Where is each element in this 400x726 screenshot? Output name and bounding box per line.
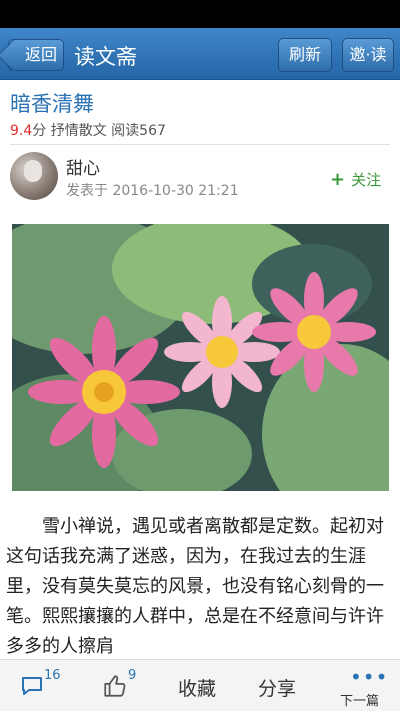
favorite-button[interactable]: 收藏 xyxy=(178,674,216,726)
comment-icon xyxy=(22,677,42,695)
next-article-label: 下一篇 xyxy=(340,694,380,709)
article-meta: 9.4分 抒情散文 阅读567 xyxy=(10,120,166,140)
publish-date: 发表于 2016-10-30 21:21 xyxy=(66,183,239,199)
title-bar: 返回 读文斋 刷新 邀·读 xyxy=(0,28,400,80)
refresh-button[interactable]: 刷新 xyxy=(278,38,332,72)
read-count: 阅读567 xyxy=(111,123,166,139)
article-title: 暗香清舞 xyxy=(10,92,94,116)
article-category[interactable]: 抒情散文 xyxy=(51,123,107,139)
next-article-button[interactable]: ••• 下一篇 xyxy=(336,660,392,712)
author-avatar[interactable] xyxy=(10,152,58,200)
article-content[interactable]: 暗香清舞 9.4分 抒情散文 阅读567 甜心 发表于 2016-10-30 2… xyxy=(0,80,400,659)
invite-read-button[interactable]: 邀·读 xyxy=(342,38,394,72)
app-title: 读文斋 xyxy=(74,45,137,69)
article-image[interactable] xyxy=(12,224,389,491)
author-name[interactable]: 甜心 xyxy=(66,154,100,179)
back-button[interactable]: 返回 xyxy=(8,39,64,71)
thumbs-up-icon xyxy=(104,675,126,697)
like-count: 9 xyxy=(128,668,137,683)
plus-icon: + xyxy=(330,169,346,190)
follow-button[interactable]: + 关注 xyxy=(330,169,381,190)
article-body: 雪小禅说，遇见或者离散都是定数。起初对这句话我充满了迷惑，因为，在我过去的生涯里… xyxy=(6,516,384,657)
more-dots-icon: ••• xyxy=(350,665,389,689)
divider xyxy=(10,144,390,145)
score-unit: 分 xyxy=(32,123,47,139)
back-button-label: 返回 xyxy=(24,45,57,64)
follow-label: 关注 xyxy=(351,171,382,189)
water-lily-photo xyxy=(12,224,389,491)
like-button[interactable]: 9 xyxy=(100,660,160,712)
status-bar xyxy=(0,0,400,28)
article-score: 9.4 xyxy=(10,123,33,139)
comment-count: 16 xyxy=(44,668,61,683)
share-button[interactable]: 分享 xyxy=(258,674,296,726)
comment-button[interactable]: 16 xyxy=(20,660,80,712)
bottom-toolbar: 16 9 收藏 分享 ••• 下一篇 xyxy=(0,659,400,711)
